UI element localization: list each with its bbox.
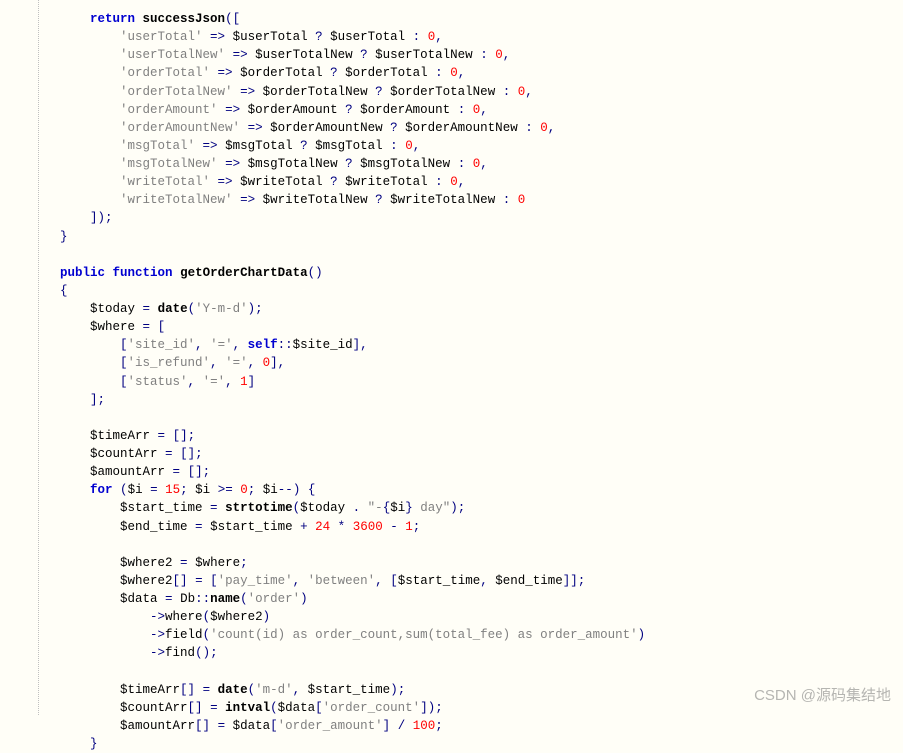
code-line: 'msgTotal' => $msgTotal ? $msgTotal : 0,	[30, 139, 420, 153]
code-line: ->find();	[30, 646, 218, 660]
code-line: $amountArr[] = $data['order_amount'] / 1…	[30, 719, 443, 733]
code-line: return successJson([	[30, 12, 240, 26]
code-line: $where = [	[30, 320, 165, 334]
code-line: 'orderAmount' => $orderAmount ? $orderAm…	[30, 103, 488, 117]
code-line: }	[30, 737, 98, 751]
watermark: CSDN @源码集结地	[754, 685, 891, 707]
code-line: ->field('count(id) as order_count,sum(to…	[30, 628, 645, 642]
code-line: $where2[] = ['pay_time', 'between', [$st…	[30, 574, 585, 588]
code-line: $countArr[] = intval($data['order_count'…	[30, 701, 443, 715]
code-line: 'writeTotal' => $writeTotal ? $writeTota…	[30, 175, 465, 189]
code-line: ->where($where2)	[30, 610, 270, 624]
code-line: public function getOrderChartData()	[30, 266, 323, 280]
code-line: 'userTotalNew' => $userTotalNew ? $userT…	[30, 48, 510, 62]
code-line: {	[30, 284, 68, 298]
code-line: 'orderTotalNew' => $orderTotalNew ? $ord…	[30, 85, 533, 99]
code-line: 'orderAmountNew' => $orderAmountNew ? $o…	[30, 121, 555, 135]
code-line: $start_time = strtotime($today . "-{$i} …	[30, 501, 465, 515]
code-line: $where2 = $where;	[30, 556, 248, 570]
code-line: ]);	[30, 211, 113, 225]
code-line: for ($i = 15; $i >= 0; $i--) {	[30, 483, 315, 497]
code-line: }	[30, 230, 68, 244]
indent-guide	[38, 0, 39, 715]
code-line: ['is_refund', '=', 0],	[30, 356, 285, 370]
code-line: $timeArr = [];	[30, 429, 195, 443]
code-line: 'userTotal' => $userTotal ? $userTotal :…	[30, 30, 443, 44]
code-line: 'msgTotalNew' => $msgTotalNew ? $msgTota…	[30, 157, 488, 171]
code-line: $countArr = [];	[30, 447, 203, 461]
code-line: $amountArr = [];	[30, 465, 210, 479]
code-block: return successJson([ 'userTotal' => $use…	[30, 10, 893, 753]
code-line: ];	[30, 393, 105, 407]
code-line: ['status', '=', 1]	[30, 375, 255, 389]
code-line: $today = date('Y-m-d');	[30, 302, 263, 316]
code-line: $end_time = $start_time + 24 * 3600 - 1;	[30, 520, 420, 534]
code-line: ['site_id', '=', self::$site_id],	[30, 338, 368, 352]
code-line: 'writeTotalNew' => $writeTotalNew ? $wri…	[30, 193, 525, 207]
code-line: 'orderTotal' => $orderTotal ? $orderTota…	[30, 66, 465, 80]
code-line: $data = Db::name('order')	[30, 592, 308, 606]
code-line: $timeArr[] = date('m-d', $start_time);	[30, 683, 405, 697]
